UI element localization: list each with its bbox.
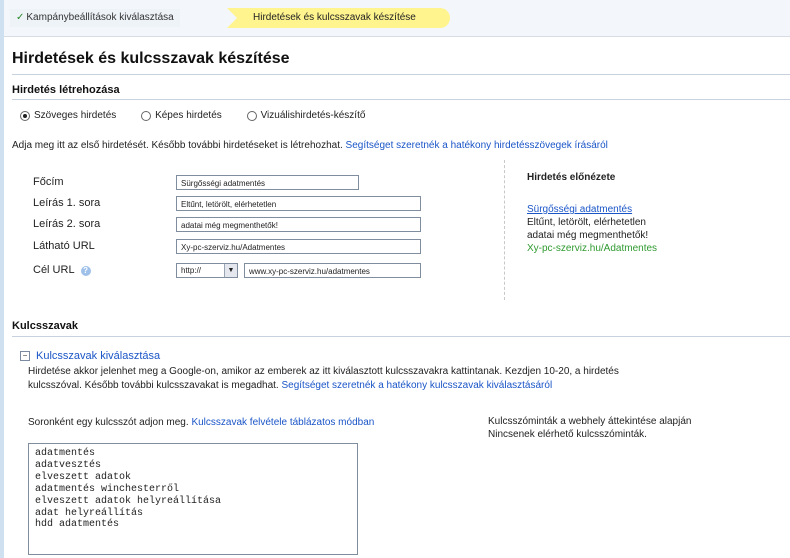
preview-headline[interactable]: Sürgősségi adatmentés bbox=[527, 204, 632, 216]
desc1-label: Leírás 1. sora bbox=[33, 197, 101, 209]
ad-section-title: Hirdetés létrehozása bbox=[12, 84, 120, 96]
preview-line2: adatai még megmenthetők! bbox=[527, 230, 649, 241]
radio-image-ad[interactable]: Képes hirdetés bbox=[141, 110, 222, 121]
step-ads-keywords: Hirdetések és kulcsszavak készítése bbox=[227, 8, 450, 28]
step2-label: Hirdetések és kulcsszavak készítése bbox=[253, 12, 416, 23]
desc1-input[interactable]: Eltűnt, letörölt, elérhetetlen bbox=[176, 196, 421, 211]
wizard-frame: ✓ Kampánybeállítások kiválasztása Hirdeté… bbox=[4, 0, 790, 558]
keyword-line: elveszett adatok bbox=[35, 471, 132, 483]
keyword-line: adatmentés winchesterről bbox=[35, 483, 180, 495]
protocol-select[interactable]: http:// ▼ bbox=[176, 263, 238, 278]
radio-display-label: Vizuálishirdetés-készítő bbox=[260, 110, 366, 121]
page-title: Hirdetések és kulcsszavak készítése bbox=[12, 50, 290, 67]
suggestions-none: Nincsenek elérhető kulcsszóminták. bbox=[488, 429, 647, 440]
radio-selected-icon bbox=[20, 110, 30, 121]
dest-url-input[interactable]: www.xy-pc-szerviz.hu/adatmentes bbox=[244, 263, 421, 278]
dest-url-label: Cél URL bbox=[33, 264, 75, 276]
keyword-line: adatvesztés bbox=[35, 459, 102, 471]
chevron-down-icon: ▼ bbox=[224, 264, 237, 277]
keyword-line: elveszett adatok helyreállítása bbox=[35, 495, 222, 507]
ad-intro: Adja meg itt az első hirdetését. Később … bbox=[12, 140, 608, 151]
keywords-textarea[interactable]: adatmentés adatvesztés elveszett adatok … bbox=[28, 443, 358, 555]
divider bbox=[12, 74, 790, 75]
protocol-value: http:// bbox=[181, 266, 202, 275]
keyword-line: adatmentés bbox=[35, 448, 96, 459]
keywords-desc-line2-wrap: kulcsszóval. Később további kulcsszavaka… bbox=[28, 379, 552, 393]
radio-icon bbox=[141, 110, 152, 121]
preview-line1: Eltűnt, letörölt, elérhetetlen bbox=[527, 217, 646, 228]
intro-text: Adja meg itt az első hirdetését. Később … bbox=[12, 140, 343, 151]
divider bbox=[12, 336, 790, 337]
suggestions-title: Kulcsszóminták a webhely áttekintése ala… bbox=[488, 416, 692, 427]
radio-icon bbox=[246, 110, 257, 121]
keywords-entry-hint: Soronként egy kulcsszót adjon meg. Kulcs… bbox=[28, 416, 374, 430]
radio-text-ad[interactable]: Szöveges hirdetés bbox=[20, 110, 116, 121]
ad-preview: Hirdetés előnézete Sürgősségi adatmentés… bbox=[504, 160, 790, 300]
help-icon[interactable]: ? bbox=[80, 266, 91, 276]
display-url-label: Látható URL bbox=[33, 240, 95, 252]
divider bbox=[12, 99, 790, 100]
step-campaign-settings[interactable]: ✓ Kampánybeállítások kiválasztása bbox=[10, 9, 180, 27]
progress-steps: ✓ Kampánybeállítások kiválasztása Hirdeté… bbox=[4, 0, 790, 37]
keyword-line: adat helyreállítás bbox=[35, 507, 144, 519]
display-url-input[interactable]: Xy-pc-szerviz.hu/Adatmentes bbox=[176, 239, 421, 254]
keywords-toggle[interactable]: − Kulcsszavak kiválasztása bbox=[20, 350, 160, 362]
keywords-section-title: Kulcsszavak bbox=[12, 320, 79, 332]
collapse-icon: − bbox=[20, 351, 30, 361]
desc2-input[interactable]: adatai még megmenthetők! bbox=[176, 217, 421, 232]
keywords-toggle-label: Kulcsszavak kiválasztása bbox=[36, 350, 161, 362]
ad-writing-help-link[interactable]: Segítséget szeretnék a hatékony hirdetés… bbox=[346, 140, 608, 151]
keywords-help-link[interactable]: Segítséget szeretnék a hatékony kulcssza… bbox=[281, 380, 552, 391]
ad-type-radios: Szöveges hirdetés Képes hirdetés Vizuáli… bbox=[20, 110, 387, 124]
radio-display-builder[interactable]: Vizuálishirdetés-készítő bbox=[246, 110, 366, 121]
headline-input[interactable]: Sürgősségi adatmentés bbox=[176, 175, 359, 190]
keyword-line: hdd adatmentés bbox=[35, 519, 120, 531]
keywords-desc-line1: Hirdetése akkor jelenhet meg a Google-on… bbox=[28, 366, 619, 377]
headline-label: Főcím bbox=[33, 176, 64, 188]
keywords-desc-line2: kulcsszóval. Később további kulcsszavaka… bbox=[28, 380, 279, 391]
radio-text-label: Szöveges hirdetés bbox=[34, 110, 117, 121]
spreadsheet-mode-link[interactable]: Kulcsszavak felvétele táblázatos módban bbox=[191, 417, 374, 428]
preview-title: Hirdetés előnézete bbox=[527, 172, 616, 183]
desc2-label: Leírás 2. sora bbox=[33, 218, 101, 230]
step1-label: Kampánybeállítások kiválasztása bbox=[26, 12, 174, 23]
entry-text: Soronként egy kulcsszót adjon meg. bbox=[28, 417, 189, 428]
dest-url-label-wrap: Cél URL? bbox=[33, 264, 91, 276]
radio-image-label: Képes hirdetés bbox=[155, 110, 222, 121]
preview-url: Xy-pc-szerviz.hu/Adatmentes bbox=[527, 243, 658, 254]
check-icon: ✓ bbox=[16, 12, 25, 23]
